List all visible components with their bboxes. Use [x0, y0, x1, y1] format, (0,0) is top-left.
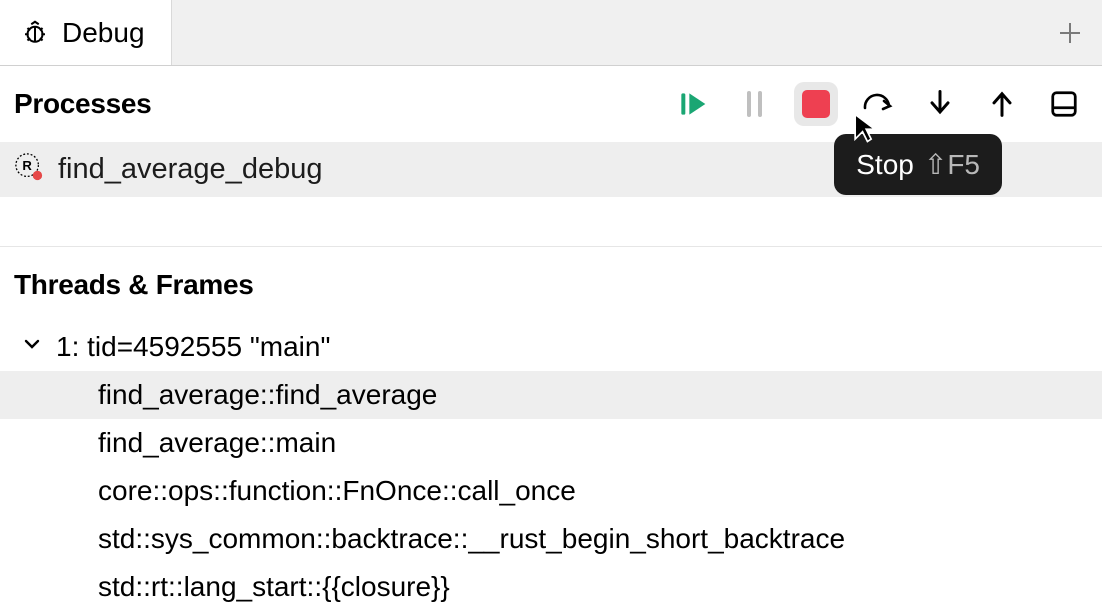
stack-frame[interactable]: core::ops::function::FnOnce::call_once [0, 467, 1102, 515]
frame-label: core::ops::function::FnOnce::call_once [98, 475, 576, 506]
resume-button[interactable] [670, 82, 714, 126]
new-tab-button[interactable] [1038, 0, 1102, 65]
debug-tab[interactable]: Debug [0, 0, 172, 65]
stack-frame[interactable]: find_average::find_average [0, 371, 1102, 419]
pause-icon [747, 91, 762, 117]
thread-label: 1: tid=4592555 "main" [56, 331, 330, 363]
threads-frames-title: Threads & Frames [0, 247, 1102, 323]
process-name: find_average_debug [58, 153, 322, 186]
frame-label: std::sys_common::backtrace::__rust_begin… [98, 523, 845, 554]
processes-title: Processes [14, 88, 151, 120]
step-out-button[interactable] [980, 82, 1024, 126]
step-into-button[interactable] [918, 82, 962, 126]
pause-button[interactable] [732, 82, 776, 126]
svg-text:R: R [22, 158, 32, 173]
step-over-button[interactable] [856, 82, 900, 126]
tabbar-spacer [172, 0, 1038, 65]
tab-title: Debug [62, 17, 145, 49]
stop-button[interactable] [794, 82, 838, 126]
frame-label: find_average::main [98, 427, 336, 458]
debug-toolbar [670, 82, 1086, 126]
stop-tooltip: Stop ⇧F5 [834, 134, 1002, 195]
tooltip-label: Stop [856, 149, 914, 181]
thread-row[interactable]: 1: tid=4592555 "main" [0, 323, 1102, 371]
layout-settings-button[interactable] [1042, 82, 1086, 126]
tab-bar: Debug [0, 0, 1102, 66]
frame-label: find_average::find_average [98, 379, 437, 410]
stack-frame[interactable]: find_average::main [0, 419, 1102, 467]
stack-frame[interactable]: std::sys_common::backtrace::__rust_begin… [0, 515, 1102, 563]
processes-header: Processes [0, 66, 1102, 142]
stop-icon [802, 90, 830, 118]
stack-frame[interactable]: std::rt::lang_start::{{closure}} [0, 563, 1102, 611]
bug-icon [20, 18, 50, 48]
section-gap [0, 197, 1102, 247]
chevron-down-icon [20, 331, 44, 363]
tooltip-shortcut: ⇧F5 [924, 148, 980, 181]
frame-label: std::rt::lang_start::{{closure}} [98, 571, 450, 602]
rust-icon: R [14, 152, 44, 187]
